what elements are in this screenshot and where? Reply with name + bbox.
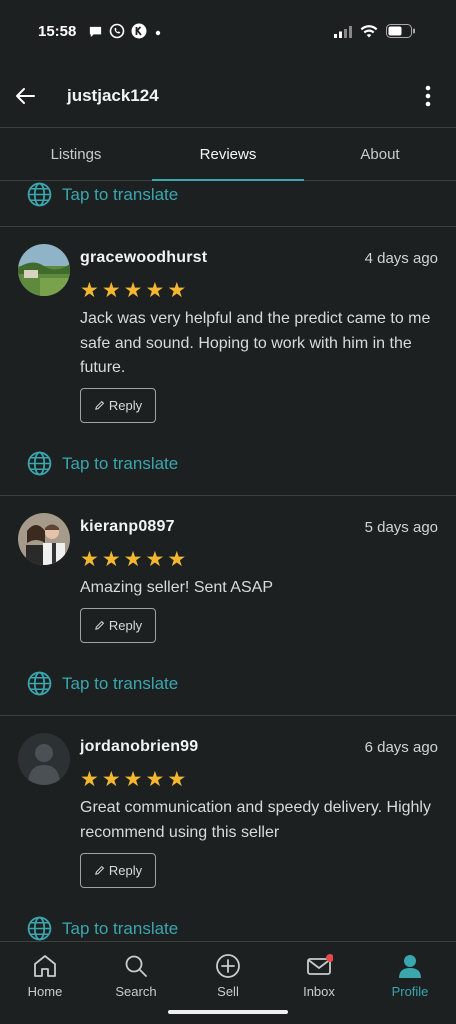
translate-link[interactable]: Tap to translate: [27, 671, 178, 696]
nav-home[interactable]: Home: [10, 952, 80, 999]
review-text: Jack was very helpful and the predict ca…: [80, 310, 431, 376]
profile-tabs: Listings Reviews About: [0, 128, 456, 181]
k-app-icon: [131, 23, 147, 44]
reply-label: Reply: [108, 398, 143, 413]
review-username[interactable]: jordanobrien99: [80, 738, 198, 756]
globe-icon: [27, 451, 52, 476]
battery-icon: [386, 24, 416, 43]
pencil-icon: [95, 400, 105, 410]
star-icon: ★: [145, 279, 165, 302]
review-text: Great communication and speedy delivery.…: [80, 799, 431, 841]
profile-header: justjack124: [0, 62, 456, 128]
nav-search[interactable]: Search: [101, 952, 171, 999]
tab-listings[interactable]: Listings: [0, 128, 152, 180]
nav-inbox-label: Inbox: [303, 984, 335, 999]
star-rating: ★ ★ ★ ★ ★: [80, 549, 186, 570]
reviews-list[interactable]: Tap to translate gracewoodhurst 4 days a…: [0, 181, 456, 941]
globe-icon: [27, 182, 52, 207]
star-icon: ★: [80, 768, 99, 791]
translate-label: Tap to translate: [62, 673, 179, 693]
nav-home-label: Home: [27, 984, 63, 999]
translate-label: Tap to translate: [62, 918, 179, 938]
pencil-icon: [95, 620, 105, 630]
star-icon: ★: [80, 279, 99, 302]
star-icon: ★: [145, 768, 165, 791]
star-icon: ★: [145, 548, 165, 571]
divider: [0, 715, 456, 716]
arrow-left-icon: [16, 88, 35, 104]
nav-inbox[interactable]: Inbox: [284, 952, 354, 999]
more-options-button[interactable]: [418, 82, 438, 110]
status-time: 15:58: [38, 23, 77, 40]
star-icon: ★: [123, 279, 143, 302]
review-date: 4 days ago: [364, 250, 438, 267]
reply-button[interactable]: Reply: [80, 388, 156, 423]
back-button[interactable]: [12, 82, 40, 110]
wifi-icon: [360, 24, 378, 43]
globe-icon: [27, 671, 52, 696]
whatsapp-icon: [109, 23, 125, 44]
nav-sell[interactable]: Sell: [193, 952, 263, 999]
reply-button[interactable]: Reply: [80, 853, 156, 888]
translate-link[interactable]: Tap to translate: [27, 182, 178, 207]
nav-search-label: Search: [115, 984, 157, 999]
translate-link[interactable]: Tap to translate: [27, 916, 178, 941]
nav-profile-label: Profile: [391, 984, 429, 999]
dot-icon: [153, 25, 163, 43]
review-username[interactable]: kieranp0897: [80, 518, 175, 536]
default-user-icon: [18, 733, 70, 785]
home-icon: [34, 955, 56, 977]
cellular-signal-icon: [334, 25, 352, 43]
nav-profile[interactable]: Profile: [375, 952, 445, 999]
avatar[interactable]: [18, 733, 70, 785]
mail-icon: [307, 954, 333, 975]
review-date: 6 days ago: [364, 739, 438, 756]
divider: [0, 495, 456, 496]
plus-circle-icon: [216, 954, 240, 978]
translate-label: Tap to translate: [62, 453, 179, 473]
couple-avatar-image: [18, 513, 70, 565]
person-icon: [399, 955, 421, 978]
divider: [0, 226, 456, 227]
nav-sell-label: Sell: [217, 984, 239, 999]
star-icon: ★: [123, 768, 143, 791]
star-icon: ★: [167, 548, 187, 571]
tab-reviews[interactable]: Reviews: [152, 128, 304, 181]
tab-about[interactable]: About: [304, 128, 456, 180]
star-icon: ★: [167, 279, 187, 302]
star-rating: ★ ★ ★ ★ ★: [80, 280, 186, 301]
review-username[interactable]: gracewoodhurst: [80, 249, 207, 267]
review-text: Amazing seller! Sent ASAP: [80, 579, 273, 596]
star-icon: ★: [167, 768, 187, 791]
translate-label: Tap to translate: [62, 184, 179, 204]
chat-bubble-icon: [88, 24, 103, 44]
star-rating: ★ ★ ★ ★ ★: [80, 769, 186, 790]
page-title: justjack124: [67, 86, 159, 105]
status-bar: 15:58: [0, 0, 456, 62]
landscape-avatar-image: [18, 244, 70, 296]
star-icon: ★: [101, 279, 121, 302]
globe-icon: [27, 916, 52, 941]
reply-label: Reply: [108, 618, 143, 633]
star-icon: ★: [123, 548, 143, 571]
pencil-icon: [95, 865, 105, 875]
reply-button[interactable]: Reply: [80, 608, 156, 643]
home-indicator[interactable]: [168, 1010, 288, 1014]
star-icon: ★: [80, 548, 99, 571]
search-icon: [125, 955, 147, 977]
avatar[interactable]: [18, 513, 70, 565]
star-icon: ★: [101, 548, 121, 571]
avatar[interactable]: [18, 244, 70, 296]
reply-label: Reply: [108, 863, 143, 878]
review-date: 5 days ago: [364, 519, 438, 536]
star-icon: ★: [101, 768, 121, 791]
kebab-menu-icon: [425, 85, 431, 107]
translate-link[interactable]: Tap to translate: [27, 451, 178, 476]
